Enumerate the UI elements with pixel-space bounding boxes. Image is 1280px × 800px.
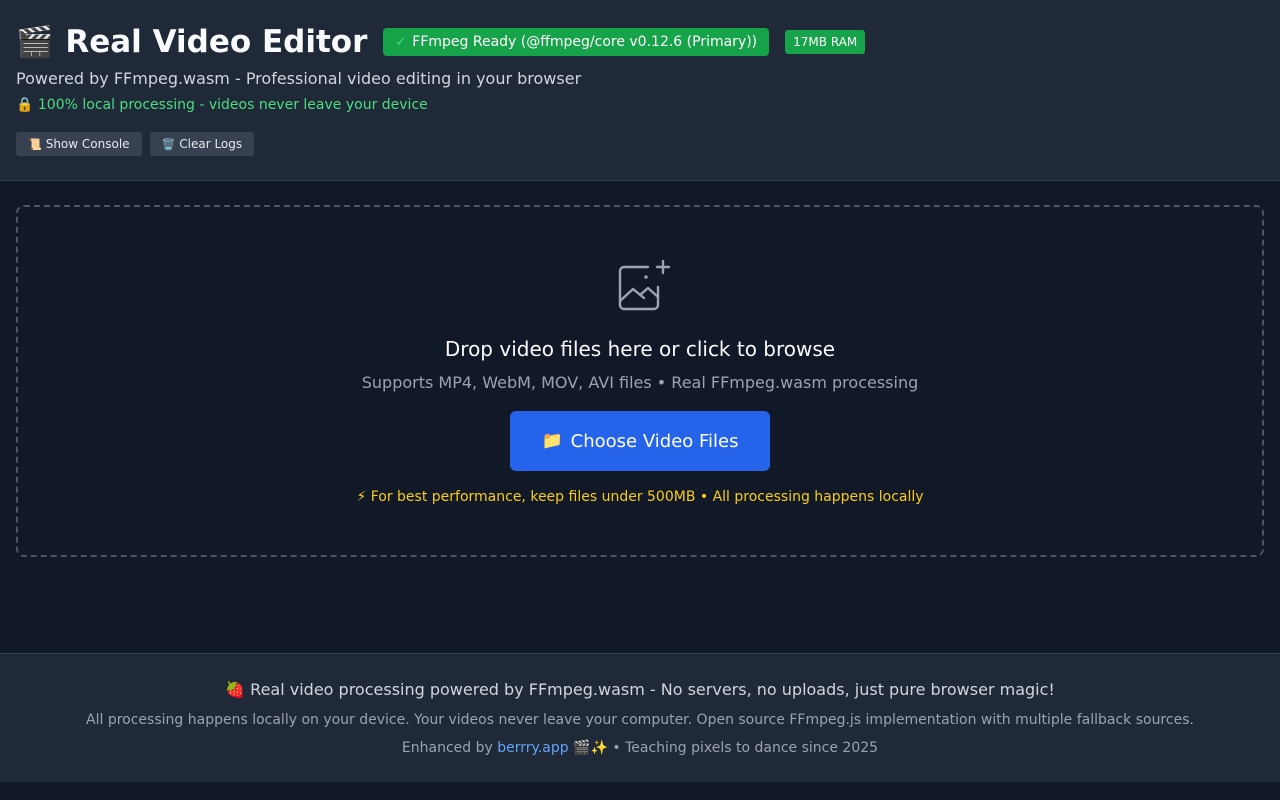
trash-icon: 🗑️	[161, 137, 176, 151]
show-console-label: Show Console	[45, 137, 130, 151]
console-toolbar: 📜 Show Console 🗑️ Clear Logs	[16, 132, 255, 156]
footer-tagline: 🍓 Real video processing powered by FFmpe…	[225, 680, 1055, 699]
video-dropzone[interactable]: Drop video files here or click to browse…	[16, 205, 1264, 557]
footer-credit: Enhanced by berrry.app 🎬✨ • Teaching pix…	[0, 740, 1280, 756]
local-processing-note: 🔒 100% local processing - videos never l…	[16, 97, 428, 113]
local-processing-text: 100% local processing - videos never lea…	[37, 97, 428, 113]
check-icon: ✓	[395, 34, 407, 50]
app-footer: 🍓 Real video processing powered by FFmpe…	[0, 653, 1280, 782]
clapper-board-icon: 🎬	[16, 24, 54, 60]
show-console-button[interactable]: 📜 Show Console	[16, 132, 142, 156]
credit-suffix: 🎬✨ • Teaching pixels to dance since 2025	[568, 740, 879, 756]
scroll-icon: 📜	[28, 137, 42, 151]
ram-usage-badge: 17MB RAM	[785, 30, 866, 54]
dropzone-title: Drop video files here or click to browse	[444, 337, 836, 361]
app-header: 🎬 Real Video Editor ✓ FFmpeg Ready (@ffm…	[0, 0, 1280, 181]
performance-note: ⚡ For best performance, keep files under…	[356, 489, 924, 505]
app-title: 🎬 Real Video Editor	[16, 24, 367, 60]
app-subtitle: Powered by FFmpeg.wasm - Professional vi…	[16, 69, 582, 88]
clear-logs-button[interactable]: 🗑️ Clear Logs	[149, 132, 255, 156]
lock-icon: 🔒	[16, 97, 34, 113]
berrry-app-link[interactable]: berrry.app	[497, 740, 568, 756]
clear-logs-label: Clear Logs	[179, 137, 243, 151]
dropzone-subtitle: Supports MP4, WebM, MOV, AVI files • Rea…	[361, 373, 919, 392]
choose-video-files-button[interactable]: 📁 Choose Video Files	[510, 411, 770, 471]
ffmpeg-status-badge: ✓ FFmpeg Ready (@ffmpeg/core v0.12.6 (Pr…	[383, 28, 770, 56]
image-add-icon	[618, 259, 671, 311]
app-title-text: Real Video Editor	[65, 24, 368, 60]
choose-video-files-label: Choose Video Files	[570, 430, 739, 452]
ffmpeg-status-text: FFmpeg Ready (@ffmpeg/core v0.12.6 (Prim…	[412, 34, 758, 50]
footer-description: All processing happens locally on your d…	[86, 712, 1194, 728]
credit-prefix: Enhanced by	[401, 740, 498, 756]
title-row: 🎬 Real Video Editor ✓ FFmpeg Ready (@ffm…	[16, 22, 866, 62]
folder-icon: 📁	[541, 431, 563, 451]
